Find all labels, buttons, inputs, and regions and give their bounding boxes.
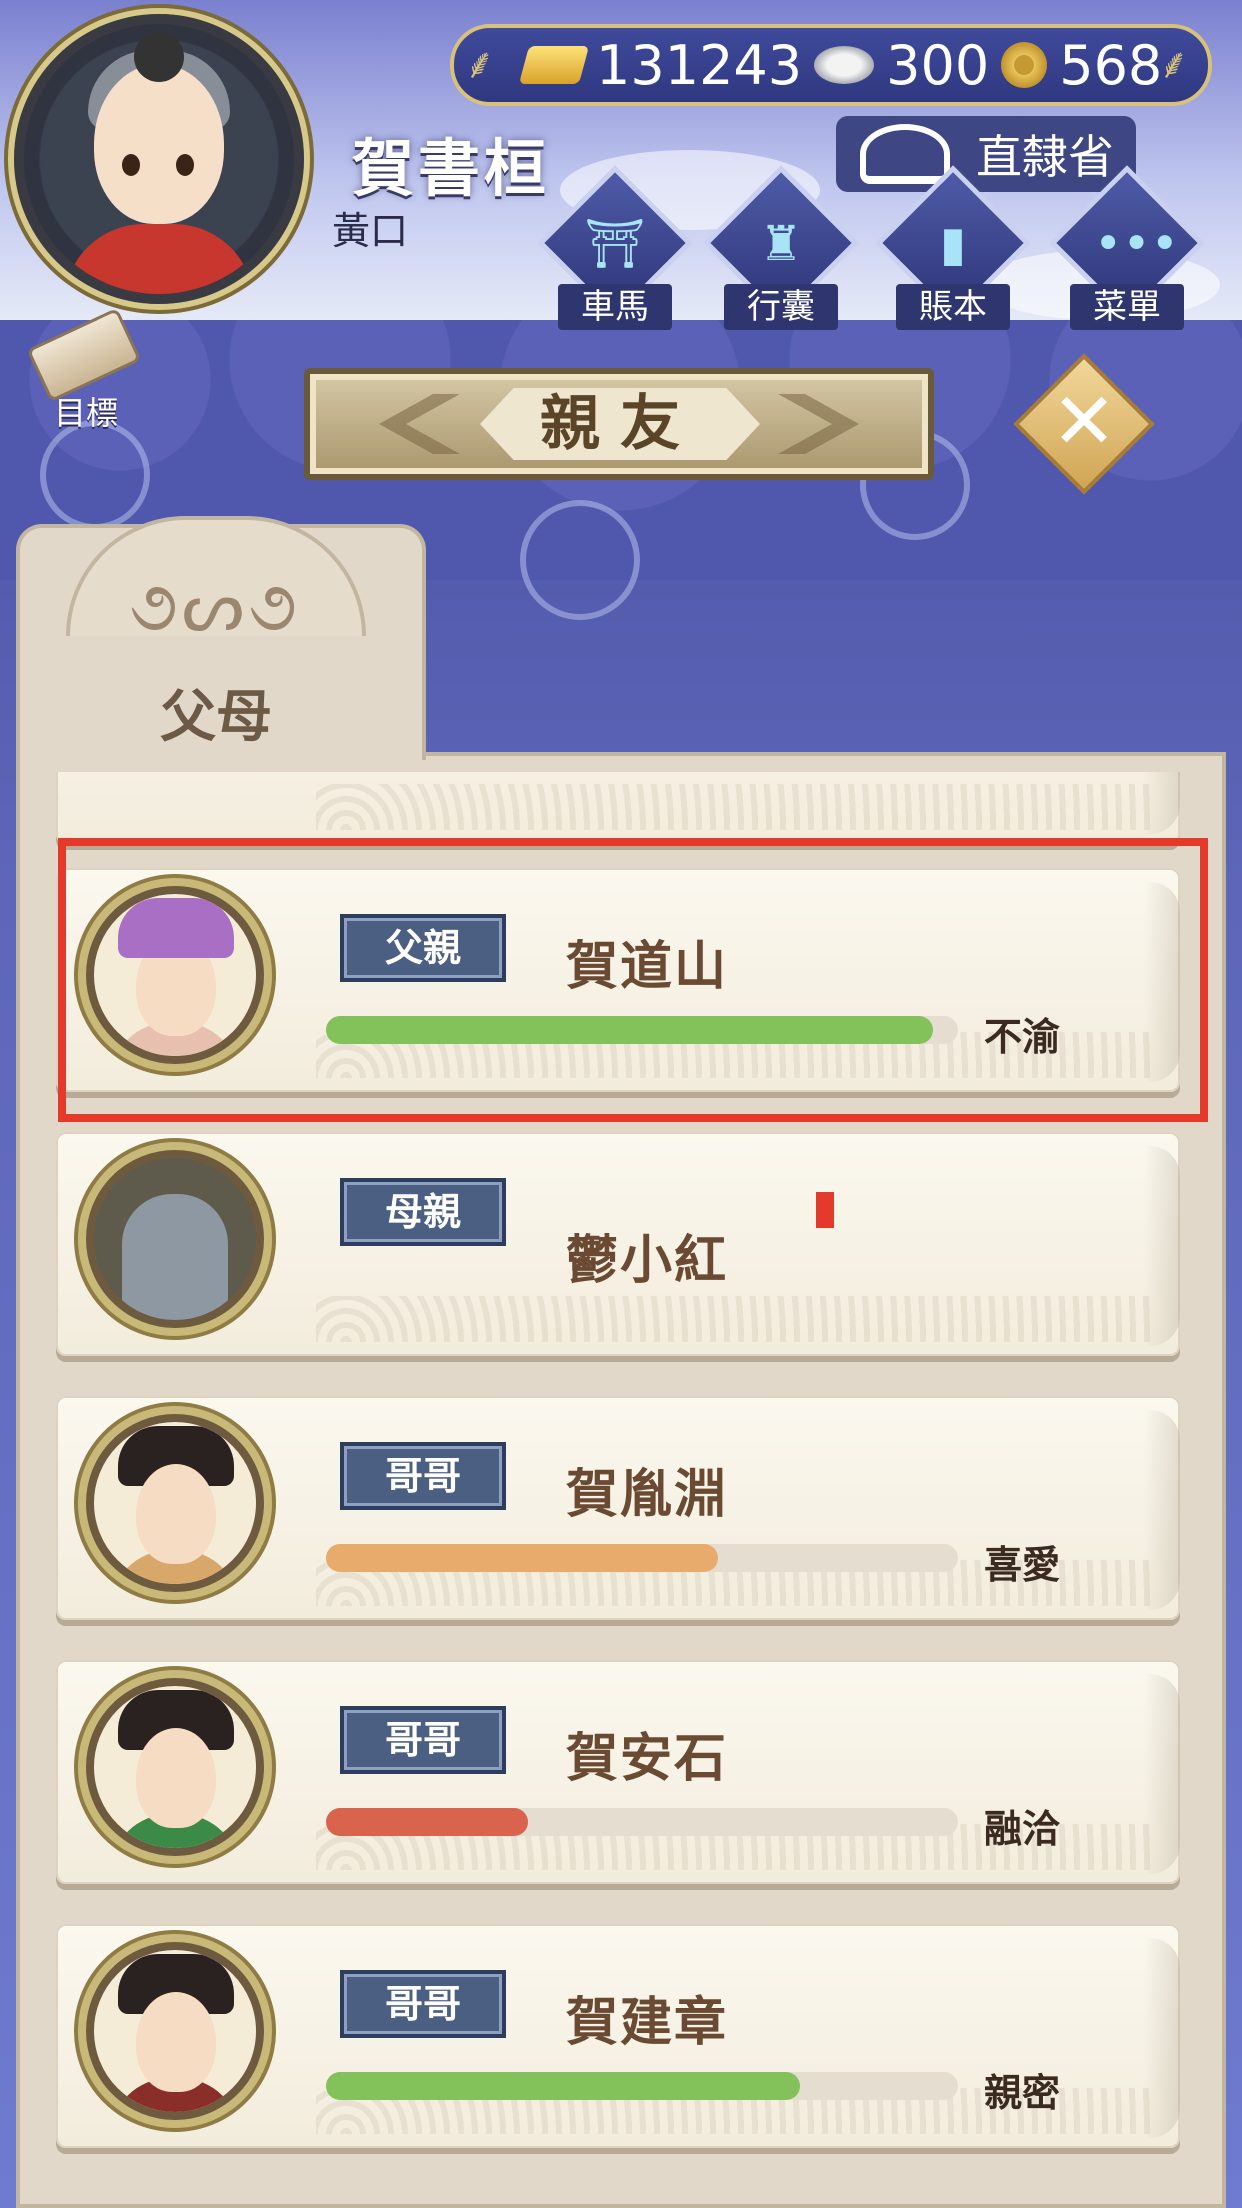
relative-name: 賀道山 — [566, 937, 729, 997]
avatar-robe — [64, 224, 254, 294]
menu-bag-button[interactable]: ♜ 行囊 — [703, 165, 859, 338]
more-icon: ••• — [1094, 216, 1179, 272]
relative-card-mother[interactable]: 母親 鬱小紅 — [56, 1132, 1180, 1356]
menu-label: 車馬 — [558, 284, 672, 330]
silver-amount: 300 — [886, 33, 990, 97]
goal-button[interactable]: 目標 — [20, 307, 150, 432]
avatar-eye — [122, 154, 140, 176]
mood-label: 不渝 — [984, 1015, 1061, 1059]
portrait-brother — [86, 1678, 264, 1856]
relation-badge: 哥哥 — [340, 1970, 506, 2038]
affection-bar-fill — [326, 1808, 529, 1836]
portrait-brother — [86, 1942, 264, 2120]
cloud-swirl-decoration — [40, 420, 150, 530]
ledger-icon: ▮ — [939, 216, 967, 272]
close-icon[interactable]: ✕ — [1034, 374, 1134, 474]
relation-badge: 哥哥 — [340, 1706, 506, 1774]
portrait-father — [86, 886, 264, 1064]
relative-card-father[interactable]: 父親 賀道山 不渝 — [56, 868, 1180, 1092]
chevron-right-ornament — [778, 394, 859, 454]
notification-marker — [816, 1192, 834, 1228]
relation-badge: 哥哥 — [340, 1442, 506, 1510]
menu-label: 賬本 — [896, 284, 1010, 330]
gold-amount: 131243 — [596, 33, 803, 97]
affection-bar — [326, 1808, 958, 1836]
bag-icon: ♜ — [759, 216, 803, 272]
affection-bar — [326, 1544, 958, 1572]
affection-bar-fill — [326, 1016, 933, 1044]
panel-title: 親友 — [480, 388, 760, 460]
tombstone-icon — [122, 1194, 228, 1320]
menu-more-button[interactable]: ••• 菜單 — [1049, 165, 1205, 338]
portrait-brother — [86, 1414, 264, 1592]
wave-pattern-decoration — [316, 784, 1156, 830]
relative-card-brother[interactable]: 哥哥 賀胤淵 喜愛 — [56, 1396, 1180, 1620]
copper-amount: 568 — [1059, 33, 1163, 97]
wave-pattern-decoration — [316, 1296, 1156, 1342]
player-avatar[interactable] — [14, 14, 304, 304]
relative-card-brother[interactable]: 哥哥 賀建章 親密 — [56, 1924, 1180, 2148]
province-label: 直隸省 — [976, 130, 1114, 184]
gold-ingot-icon — [518, 46, 590, 84]
affection-bar-fill — [326, 1544, 718, 1572]
portrait-tombstone — [86, 1150, 264, 1328]
portrait-face — [136, 1464, 216, 1564]
panel-title-frame: 親友 — [304, 368, 934, 480]
relative-name: 賀建章 — [566, 1993, 729, 2053]
portrait-hat — [118, 898, 234, 958]
player-name: 賀書桓 — [352, 132, 551, 205]
copper-coin-icon — [1001, 42, 1048, 88]
carriage-icon: ⛩ — [584, 216, 646, 272]
affection-bar — [326, 2072, 958, 2100]
seal-stamp-icon — [860, 124, 950, 184]
menu-ledger-button[interactable]: ▮ 賬本 — [875, 165, 1031, 338]
currency-bar: ⸙ 131243 300 568 ⸙ — [450, 24, 1212, 106]
affection-bar — [326, 1016, 958, 1044]
relation-badge: 母親 — [340, 1178, 506, 1246]
silver-ingot-icon — [814, 46, 875, 84]
province-button[interactable]: 直隸省 — [836, 116, 1136, 192]
relation-badge: 父親 — [340, 914, 506, 982]
player-title: 黃口 — [332, 209, 409, 253]
cloud-swirl-decoration — [520, 500, 640, 620]
mood-label: 融洽 — [984, 1807, 1061, 1851]
list-item-partial[interactable] — [56, 772, 1180, 844]
menu-label: 菜單 — [1070, 284, 1184, 330]
menu-carriage-button[interactable]: ⛩ 車馬 — [537, 165, 693, 338]
relative-name: 賀安石 — [566, 1729, 729, 1789]
portrait-face — [136, 1992, 216, 2092]
portrait-face — [136, 1728, 216, 1828]
avatar-face — [94, 64, 224, 224]
tab-parents-label: 父母 — [160, 685, 272, 750]
bamboo-icon: ⸙ — [464, 39, 496, 88]
relatives-list[interactable]: 父親 賀道山 不渝 母親 鬱小紅 哥哥 賀胤淵 喜愛 哥哥 賀安石 融洽 哥哥 … — [56, 772, 1186, 2208]
relative-name: 鬱小紅 — [566, 1231, 729, 1291]
menu-label: 行囊 — [724, 284, 838, 330]
affection-bar-fill — [326, 2072, 800, 2100]
bamboo-icon: ⸙ — [1158, 39, 1190, 88]
avatar-hair-top — [134, 32, 184, 82]
mood-label: 喜愛 — [984, 1543, 1061, 1587]
relative-name: 賀胤淵 — [566, 1465, 729, 1525]
mood-label: 親密 — [984, 2071, 1061, 2115]
relative-card-brother[interactable]: 哥哥 賀安石 融洽 — [56, 1660, 1180, 1884]
chevron-left-ornament — [379, 394, 460, 454]
avatar-eye — [176, 154, 194, 176]
goal-label: 目標 — [53, 394, 118, 432]
cloud-ornament-icon: ૭ᔕ૭ — [129, 565, 301, 647]
